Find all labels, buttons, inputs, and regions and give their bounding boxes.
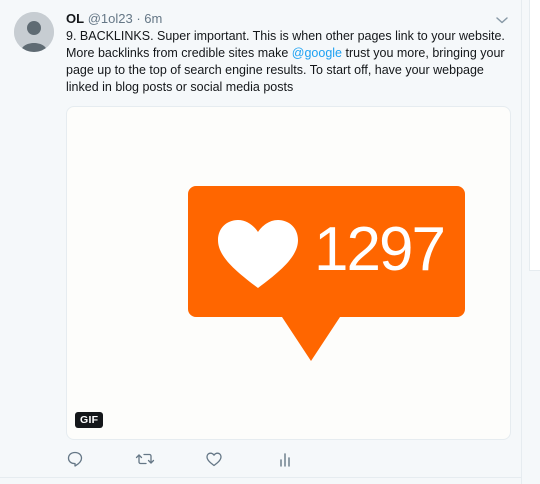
tweet[interactable]: OL @1ol23 · 6m 9. BACKLINKS. Super impor… (0, 0, 521, 478)
retweet-icon[interactable] (135, 450, 155, 470)
gif-media[interactable]: 1297 GIF (66, 106, 511, 440)
sidebar-card (529, 0, 540, 271)
like-icon[interactable] (205, 450, 225, 470)
default-profile-icon (14, 12, 54, 52)
right-sidebar (521, 0, 540, 484)
reply-icon[interactable] (66, 450, 86, 470)
analytics-icon[interactable] (276, 450, 296, 470)
timeline: OL @1ol23 · 6m 9. BACKLINKS. Super impor… (0, 0, 521, 484)
mention-link[interactable]: @google (292, 46, 342, 60)
like-count: 1297 (314, 215, 446, 284)
separator-dot: · (136, 11, 141, 26)
author-handle[interactable]: @1ol23 (88, 11, 133, 26)
chevron-down-icon[interactable] (494, 12, 510, 28)
tweet-actions (66, 450, 366, 470)
gif-badge: GIF (75, 412, 104, 428)
author-name[interactable]: OL (66, 11, 84, 26)
tweet-text: 9. BACKLINKS. Super important. This is w… (66, 28, 511, 96)
tweet-timestamp[interactable]: 6m (144, 11, 162, 26)
tweet-header: OL @1ol23 · 6m (66, 11, 162, 27)
avatar[interactable] (14, 12, 54, 52)
